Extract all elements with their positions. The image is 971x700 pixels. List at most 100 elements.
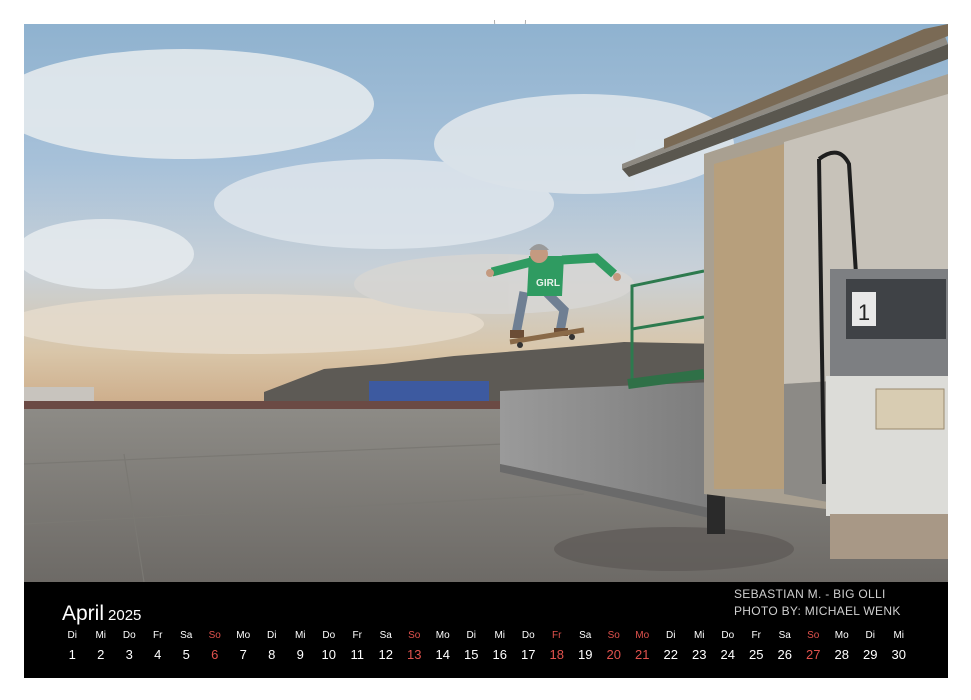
weekday-label: So [408,630,421,641]
day-cell: Mi 23 [685,630,714,670]
day-number: 17 [521,647,536,662]
weekday-label: So [607,630,620,641]
day-cell: Di 1 [58,630,87,670]
month-title: April 2025 [62,602,141,628]
weekday-label: Fr [552,630,562,641]
day-grid: Di 1 Mi 2 Do 3 Fr 4 Sa 5 So 6 Mo 7 Di 8 Mi 9 Do 10 Fr 11 Sa 12 S… [58,630,946,670]
weekday-label: Fr [153,630,163,641]
weekday-label: Mi [893,630,905,641]
day-number: 22 [663,647,678,662]
day-number: 2 [97,647,105,662]
weekday-label: Mo [435,630,450,641]
day-cell: Fr 11 [343,630,372,670]
skate-scene: 1 GIRL [24,24,948,582]
day-number: 28 [834,647,849,662]
day-cell: Di 15 [457,630,486,670]
day-cell: Mo 21 [628,630,657,670]
shirt-text: GIRL [536,278,560,289]
day-number: 26 [777,647,792,662]
day-number: 13 [407,647,422,662]
weekday-label: Di [865,630,875,641]
day-number: 30 [891,647,906,662]
day-number: 15 [464,647,479,662]
day-number: 12 [378,647,393,662]
day-cell: Di 22 [657,630,686,670]
day-cell: So 13 [400,630,429,670]
weekday-label: Di [666,630,676,641]
day-number: 7 [239,647,247,662]
weekday-label: Sa [379,630,392,641]
day-number: 3 [125,647,133,662]
day-number: 9 [296,647,304,662]
weekday-label: Mi [494,630,506,641]
weekday-label: Fr [352,630,362,641]
weekday-label: Do [322,630,336,641]
day-number: 8 [268,647,276,662]
day-number: 27 [806,647,821,662]
day-number: 20 [606,647,621,662]
weekday-label: Do [721,630,735,641]
day-cell: Mi 16 [486,630,515,670]
day-number: 6 [211,647,219,662]
day-cell: Fr 25 [742,630,771,670]
weekday-label: Fr [751,630,761,641]
day-cell: Fr 18 [543,630,572,670]
weekday-label: Do [521,630,535,641]
day-number: 16 [492,647,507,662]
weekday-label: Sa [579,630,592,641]
distant-warehouse [369,381,489,401]
day-cell: So 6 [201,630,230,670]
day-number: 19 [578,647,593,662]
fence-line [24,401,504,409]
day-number: 21 [635,647,650,662]
month-name: April [62,602,105,625]
month-year: 2025 [108,607,142,624]
credit-line-1: SEBASTIAN M. - BIG OLLI [734,587,886,601]
day-number: 11 [350,647,365,662]
day-cell: Mi 30 [885,630,914,670]
day-number: 10 [321,647,336,662]
weekday-label: Sa [180,630,193,641]
day-cell: Do 17 [514,630,543,670]
pump-number: 1 [858,300,870,325]
fuel-pump: 1 [826,269,948,559]
day-number: 25 [749,647,764,662]
day-cell: Sa 12 [372,630,401,670]
calendar-photo: 1 GIRL [24,24,948,582]
day-number: 29 [863,647,878,662]
weekday-label: Mi [693,630,705,641]
day-cell: Di 8 [258,630,287,670]
day-cell: So 27 [799,630,828,670]
day-number: 23 [692,647,707,662]
day-cell: Mo 14 [429,630,458,670]
day-cell: Mi 9 [286,630,315,670]
weekday-label: Mi [95,630,107,641]
day-number: 14 [435,647,450,662]
weekday-label: Di [466,630,476,641]
calendar-strip: April 2025 SEBASTIAN M. - BIG OLLI PHOTO … [24,582,948,678]
weekday-label: Mo [635,630,650,641]
day-cell: Mi 2 [87,630,116,670]
weekday-label: Mo [236,630,251,641]
day-number: 24 [720,647,735,662]
weekday-label: Di [67,630,77,641]
weekday-label: Mi [294,630,306,641]
weekday-label: Mo [834,630,849,641]
day-cell: Mo 28 [828,630,857,670]
weekday-label: So [208,630,221,641]
weekday-label: So [807,630,820,641]
day-cell: Di 29 [856,630,885,670]
day-cell: Do 10 [315,630,344,670]
distant-building [24,387,94,401]
photo-credits: SEBASTIAN M. - BIG OLLI PHOTO BY: MICHAE… [734,586,901,620]
weekday-label: Sa [778,630,791,641]
day-number: 4 [154,647,162,662]
day-cell: Mo 7 [229,630,258,670]
day-number: 1 [68,647,76,662]
day-cell: Sa 19 [571,630,600,670]
day-number: 5 [182,647,190,662]
weekday-label: Di [267,630,277,641]
day-cell: Do 24 [714,630,743,670]
credit-line-2: PHOTO BY: MICHAEL WENK [734,604,901,618]
day-cell: Fr 4 [144,630,173,670]
